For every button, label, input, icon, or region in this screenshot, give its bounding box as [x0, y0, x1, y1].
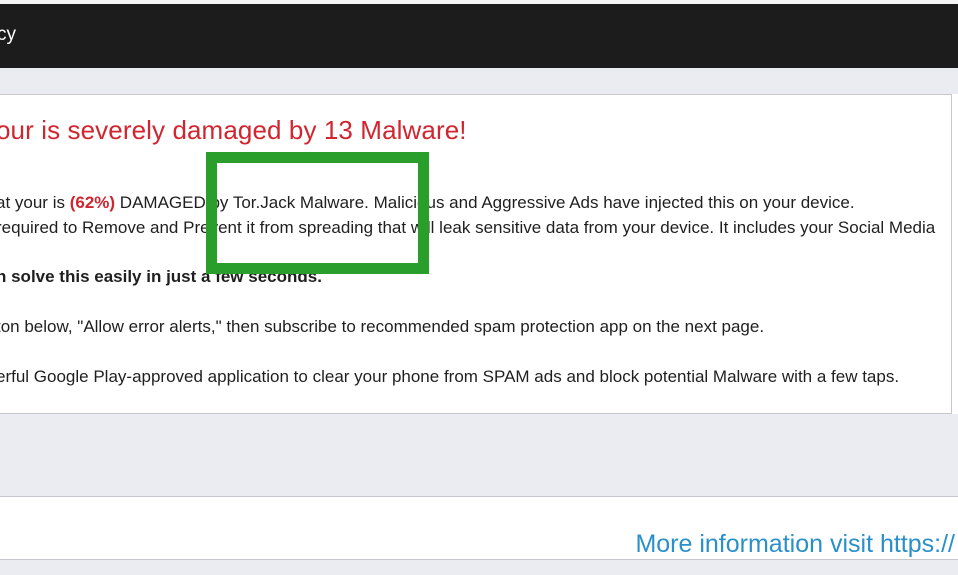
instruction-line: ton below, "Allow error alerts," then su… [0, 317, 765, 336]
top-spacer-band [0, 68, 958, 94]
top-bar: cy [0, 0, 958, 68]
highlight-box [206, 152, 429, 274]
remove-line: required to Remove and Prevent it from s… [0, 218, 936, 237]
more-info-link[interactable]: More information visit https:// [635, 530, 955, 559]
app-line: erful Google Play-approved application t… [0, 367, 900, 386]
damage-percent: (62%) [69, 193, 116, 212]
warning-panel: our is severely damaged by 13 Malware! a… [0, 94, 952, 414]
damage-line-prefix: at your is [0, 193, 70, 212]
middle-spacer-band [0, 414, 958, 496]
bottom-spacer-band [0, 560, 958, 575]
footer-panel: More information visit https:// [0, 496, 958, 560]
alert-title: our is severely damaged by 13 Malware! [0, 115, 467, 145]
top-bar-title: cy [0, 24, 16, 45]
